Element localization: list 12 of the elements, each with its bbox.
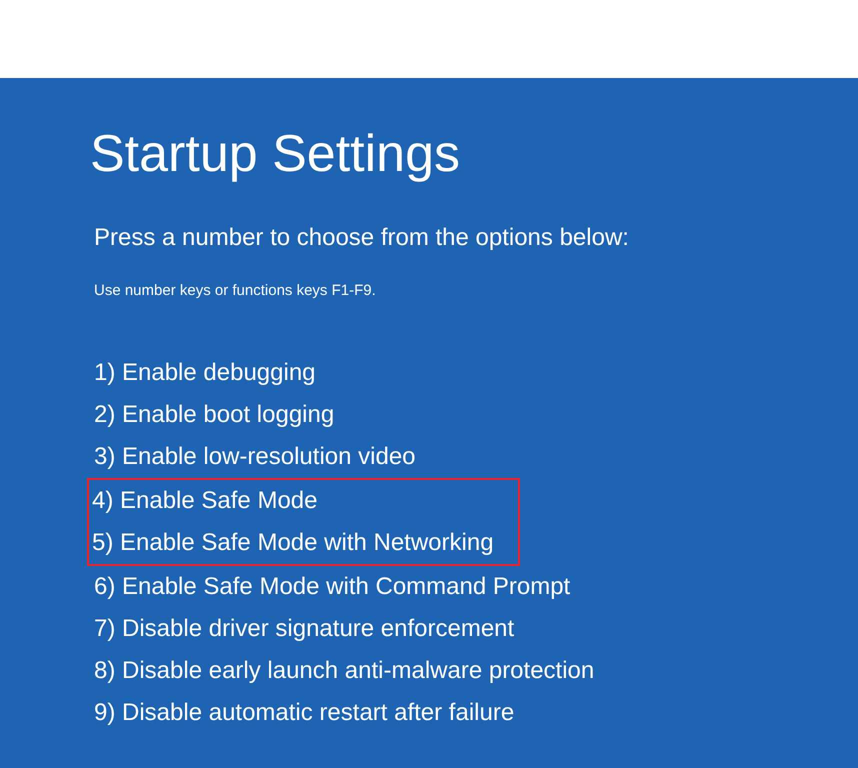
option-item[interactable]: 1) Enable debugging	[90, 352, 316, 394]
option-item[interactable]: 9) Disable automatic restart after failure	[90, 692, 514, 734]
option-item[interactable]: 2) Enable boot logging	[90, 394, 334, 436]
option-item[interactable]: 6) Enable Safe Mode with Command Prompt	[90, 566, 570, 608]
option-item[interactable]: 3) Enable low-resolution video	[90, 436, 416, 478]
option-item[interactable]: 8) Disable early launch anti-malware protection	[90, 650, 594, 692]
screen-title: Startup Settings	[90, 124, 460, 184]
option-item[interactable]: 7) Disable driver signature enforcement	[90, 608, 514, 650]
option-item[interactable]: 5) Enable Safe Mode with Networking	[92, 522, 494, 564]
instruction-text: Press a number to choose from the options below:	[93, 224, 629, 252]
hint-text: Use number keys or functions keys F1-F9.	[93, 282, 376, 299]
option-item[interactable]: 4) Enable Safe Mode	[92, 480, 494, 522]
